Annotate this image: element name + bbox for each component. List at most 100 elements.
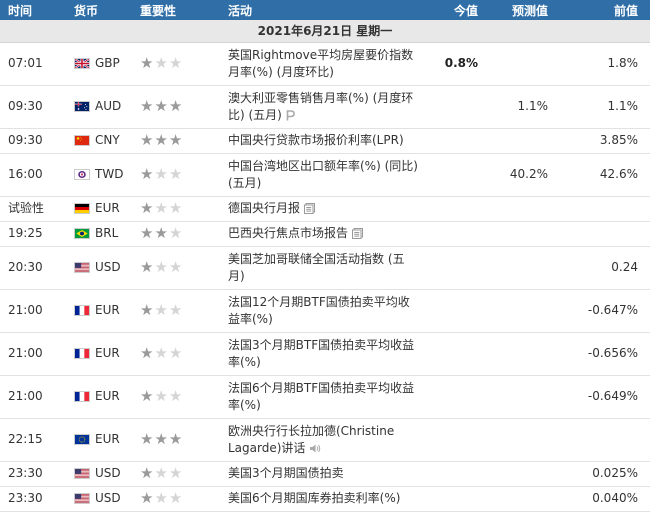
preliminary-icon[interactable] — [286, 109, 295, 121]
header-event[interactable]: 活动 — [220, 0, 420, 20]
event-title[interactable]: 中国台湾地区出口额年率(%) (同比) (五月) — [220, 153, 420, 197]
event-title-text[interactable]: 美国6个月期国库券拍卖利率(%) — [228, 491, 400, 505]
event-time: 20:30 — [0, 246, 66, 290]
event-importance: ★★★ — [132, 85, 220, 129]
importance-star-icon: ★ — [140, 130, 155, 149]
importance-star-icon: ★ — [140, 223, 155, 242]
event-importance: ★★★ — [132, 289, 220, 333]
importance-star-icon: ★ — [168, 429, 184, 448]
event-importance: ★★★ — [132, 42, 220, 86]
event-previous: 1.8% — [560, 42, 650, 86]
header-previous[interactable]: 前值 — [560, 0, 650, 20]
event-currency: CNY — [66, 128, 132, 154]
event-actual — [420, 246, 490, 290]
event-actual — [420, 153, 490, 197]
importance-star-icon: ★ — [154, 463, 169, 482]
event-row[interactable]: 21:00 EUR ★★★ 法国6个月期BTF国债拍卖平均收益率(%) -0.649% — [0, 375, 650, 419]
event-title[interactable]: 法国3个月期BTF国债拍卖平均收益率(%) — [220, 332, 420, 376]
event-actual — [420, 128, 490, 154]
event-title[interactable]: 美国6个月期国库券拍卖利率(%) — [220, 486, 420, 512]
document-icon[interactable] — [304, 203, 316, 214]
importance-star-icon: ★ — [168, 130, 184, 149]
event-title-text[interactable]: 中国央行贷款市场报价利率(LPR) — [228, 133, 404, 147]
economic-calendar-table: 时间 货币 重要性 活动 今值 预测值 前值 2021年6月21日 星期一 07… — [0, 0, 650, 512]
event-title[interactable]: 法国12个月期BTF国债拍卖平均收益率(%) — [220, 289, 420, 333]
event-previous: 1.1% — [560, 85, 650, 129]
speaker-icon[interactable] — [309, 443, 321, 454]
event-forecast — [490, 128, 560, 154]
event-title-text[interactable]: 澳大利亚零售销售月率(%) (月度环比) (五月) — [228, 91, 413, 122]
event-row[interactable]: 22:15 EUR ★★★ 欧洲央行行长拉加德(Christine Lagarde)讲… — [0, 418, 650, 462]
importance-star-icon: ★ — [168, 223, 184, 242]
event-importance: ★★★ — [132, 461, 220, 487]
event-importance: ★★★ — [132, 128, 220, 154]
event-title[interactable]: 美国3个月期国债拍卖 — [220, 461, 420, 487]
event-previous: -0.656% — [560, 332, 650, 376]
importance-star-icon: ★ — [154, 198, 169, 217]
currency-code: USD — [95, 491, 121, 505]
event-currency: BRL — [66, 221, 132, 247]
event-title-text[interactable]: 德国央行月报 — [228, 201, 300, 215]
event-title-text[interactable]: 英国Rightmove平均房屋要价指数月率(%) (月度环比) — [228, 48, 413, 79]
event-title[interactable]: 中国央行贷款市场报价利率(LPR) — [220, 128, 420, 154]
event-row[interactable]: 16:00 TWD ★★★ 中国台湾地区出口额年率(%) (同比) (五月) 40.2%… — [0, 153, 650, 197]
event-title-text[interactable]: 法国6个月期BTF国债拍卖平均收益率(%) — [228, 381, 414, 412]
event-title-text[interactable]: 美国芝加哥联储全国活动指数 (五月) — [228, 252, 405, 283]
event-row[interactable]: 07:01 GBP ★★★ 英国Rightmove平均房屋要价指数月率(%) (月度环… — [0, 42, 650, 86]
event-importance: ★★★ — [132, 246, 220, 290]
header-importance[interactable]: 重要性 — [132, 0, 220, 20]
event-title[interactable]: 英国Rightmove平均房屋要价指数月率(%) (月度环比) — [220, 42, 420, 86]
event-importance: ★★★ — [132, 332, 220, 376]
header-currency[interactable]: 货币 — [66, 0, 132, 20]
event-currency: EUR — [66, 418, 132, 462]
event-forecast — [490, 418, 560, 462]
event-title-text[interactable]: 法国3个月期BTF国债拍卖平均收益率(%) — [228, 338, 414, 369]
header-actual[interactable]: 今值 — [420, 0, 490, 20]
us-flag-icon — [74, 262, 90, 273]
event-title[interactable]: 巴西央行焦点市场报告 — [220, 221, 420, 247]
event-title[interactable]: 欧洲央行行长拉加德(Christine Lagarde)讲话 — [220, 418, 420, 462]
event-title[interactable]: 澳大利亚零售销售月率(%) (月度环比) (五月) — [220, 85, 420, 129]
event-row[interactable]: 21:00 EUR ★★★ 法国3个月期BTF国债拍卖平均收益率(%) -0.656% — [0, 332, 650, 376]
fr-flag-icon — [74, 391, 90, 402]
event-row[interactable]: 21:00 EUR ★★★ 法国12个月期BTF国债拍卖平均收益率(%) -0.647% — [0, 289, 650, 333]
us-flag-icon — [74, 468, 90, 479]
event-row[interactable]: 23:30 USD ★★★ 美国6个月期国库券拍卖利率(%) 0.040% — [0, 486, 650, 512]
event-row[interactable]: 09:30 AUD ★★★ 澳大利亚零售销售月率(%) (月度环比) (五月) 1.1%… — [0, 85, 650, 129]
event-row[interactable]: 09:30 CNY ★★★ 中国央行贷款市场报价利率(LPR) 3.85% — [0, 128, 650, 154]
currency-code: USD — [95, 466, 121, 480]
event-forecast — [490, 289, 560, 333]
event-title-text[interactable]: 法国12个月期BTF国债拍卖平均收益率(%) — [228, 295, 410, 326]
event-actual — [420, 221, 490, 247]
header-time[interactable]: 时间 — [0, 0, 66, 20]
event-title[interactable]: 美国芝加哥联储全国活动指数 (五月) — [220, 246, 420, 290]
event-forecast — [490, 221, 560, 247]
currency-code: EUR — [95, 303, 120, 317]
event-title-text[interactable]: 美国3个月期国债拍卖 — [228, 466, 344, 480]
header-forecast[interactable]: 预测值 — [490, 0, 560, 20]
event-title[interactable]: 德国央行月报 — [220, 196, 420, 222]
event-previous: 0.025% — [560, 461, 650, 487]
importance-star-icon: ★ — [168, 164, 184, 183]
event-title-text[interactable]: 中国台湾地区出口额年率(%) (同比) (五月) — [228, 159, 418, 190]
importance-star-icon: ★ — [140, 386, 155, 405]
event-row[interactable]: 19:25 BRL ★★★ 巴西央行焦点市场报告 — [0, 221, 650, 247]
event-forecast — [490, 246, 560, 290]
importance-star-icon: ★ — [154, 53, 169, 72]
event-previous: -0.647% — [560, 289, 650, 333]
event-row[interactable]: 23:30 USD ★★★ 美国3个月期国债拍卖 0.025% — [0, 461, 650, 487]
event-currency: GBP — [66, 42, 132, 86]
event-row[interactable]: 试验性 EUR ★★★ 德国央行月报 — [0, 196, 650, 222]
event-currency: USD — [66, 486, 132, 512]
document-icon[interactable] — [352, 228, 364, 239]
importance-star-icon: ★ — [168, 198, 184, 217]
event-time: 09:30 — [0, 85, 66, 129]
currency-code: AUD — [95, 99, 122, 113]
event-importance: ★★★ — [132, 221, 220, 247]
event-time: 07:01 — [0, 42, 66, 86]
date-row: 2021年6月21日 星期一 — [0, 20, 650, 43]
event-title-text[interactable]: 巴西央行焦点市场报告 — [228, 226, 348, 240]
event-title[interactable]: 法国6个月期BTF国债拍卖平均收益率(%) — [220, 375, 420, 419]
importance-star-icon: ★ — [168, 343, 184, 362]
event-row[interactable]: 20:30 USD ★★★ 美国芝加哥联储全国活动指数 (五月) 0.24 — [0, 246, 650, 290]
